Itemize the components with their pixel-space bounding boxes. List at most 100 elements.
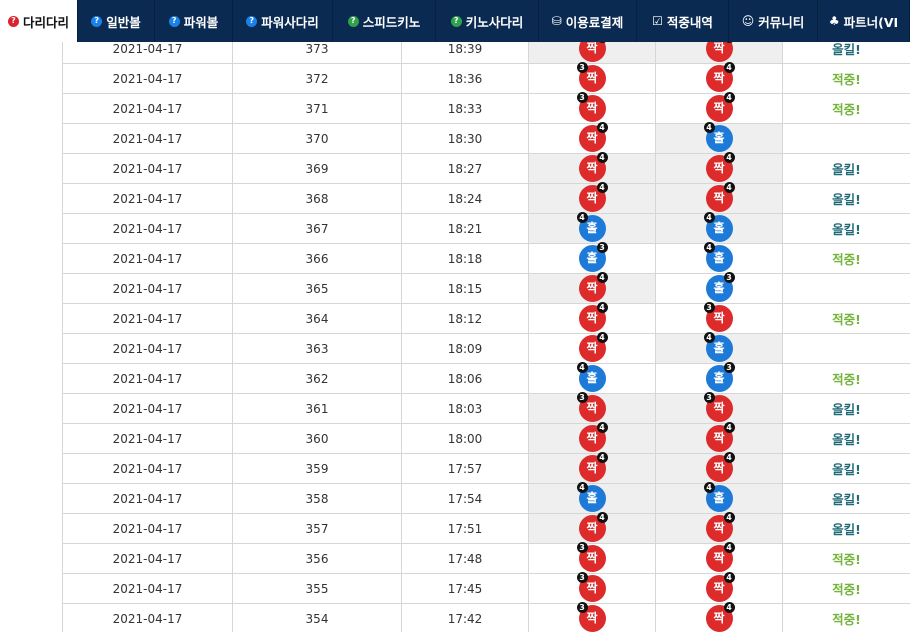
table-row: 2021-04-17 366 18:18 홀 3 홀 4 적중! [62, 242, 910, 274]
nav-tab-7[interactable]: ⛁ 이용료결제 [539, 0, 637, 42]
ball-count-badge: 4 [596, 122, 608, 133]
result-cell [782, 273, 910, 304]
jjak-result-ball: 짝4 [705, 182, 735, 212]
ball-count-badge: 4 [703, 242, 715, 253]
ball-count-badge: 4 [596, 512, 608, 523]
jjak-result-ball: 짝4 [578, 152, 608, 182]
round-cell: 366 [232, 243, 402, 274]
ball-count-badge: 4 [703, 122, 715, 133]
table-row: 2021-04-17 365 18:15 짝 4 홀 3 [62, 272, 910, 304]
nav-tab-label: 스피드키노 [362, 14, 421, 30]
pick-cell-2: 짝4 [655, 92, 783, 124]
time-cell: 18:30 [401, 123, 529, 154]
database-icon: ⛁ [551, 14, 562, 28]
jjak-result-ball: 짝4 [578, 512, 608, 542]
nav-tab-4[interactable]: ? 파워사다리 [233, 0, 333, 42]
hit-label: 적중! [832, 582, 861, 597]
nav-tab-2[interactable]: ? 일반볼 [78, 0, 155, 42]
ball-label: 짝 [586, 281, 598, 295]
date-cell: 2021-04-17 [62, 543, 233, 574]
jjak-result-ball: 짝4 [705, 542, 735, 572]
ball-label: 짝 [586, 191, 598, 205]
round-cell: 370 [232, 123, 402, 154]
ball-label: 짝 [586, 71, 598, 85]
nav-tab-label: 커뮤니티 [758, 14, 805, 30]
result-cell: 올킬! [782, 153, 910, 184]
date-cell: 2021-04-17 [62, 243, 233, 274]
result-cell: 적중! [782, 93, 910, 124]
nav-tab-8[interactable]: ☑ 적중내역 [637, 0, 729, 42]
ball-label: 짝 [713, 71, 725, 85]
result-cell: 올킬! [782, 513, 910, 544]
ball-label: 홀 [586, 371, 598, 385]
date-cell: 2021-04-17 [62, 153, 233, 184]
pick-cell-1: 짝3 [528, 542, 656, 574]
pick-cell-1: 짝4 [528, 512, 656, 544]
date-cell: 2021-04-17 [62, 393, 233, 424]
nav-tab-label: 적중내역 [666, 14, 713, 30]
allkill-label: 올킬! [832, 192, 861, 207]
ball-count-badge: 4 [723, 62, 735, 73]
pick-cell-2: 짝4 [655, 512, 783, 544]
time-cell: 18:24 [401, 183, 529, 214]
ball-label: 짝 [586, 521, 598, 535]
nav-tab-5[interactable]: ? 스피드키노 [333, 0, 436, 42]
ball-count-badge: 4 [596, 332, 608, 343]
jjak-result-ball: 짝4 [705, 572, 735, 602]
pick-cell-2: 짝4 [655, 572, 783, 604]
ball-label: 홀 [586, 221, 598, 235]
pick-cell-2: 짝4 [655, 602, 783, 632]
pick-cell-2: 홀4 [655, 482, 783, 514]
table-row: 2021-04-17 362 18:06 홀 4 홀 3 적중! [62, 362, 910, 394]
allkill-label: 올킬! [832, 402, 861, 417]
result-cell [782, 333, 910, 364]
round-cell: 359 [232, 453, 402, 484]
ball-count-badge: 4 [596, 452, 608, 463]
nav-tab-label: 파워사다리 [261, 14, 319, 30]
hol-result-ball: 홀4 [703, 122, 733, 152]
date-cell: 2021-04-17 [62, 93, 233, 124]
nav-tab-10[interactable]: ♣ 파트너(VI [818, 0, 910, 42]
date-cell: 2021-04-17 [62, 333, 233, 364]
jjak-result-ball: 짝4 [705, 62, 735, 92]
ball-label: 홀 [713, 341, 725, 355]
jjak-result-ball: 짝3 [576, 572, 606, 602]
nav-tab-9[interactable]: ☺ 커뮤니티 [729, 0, 818, 42]
pick-cell-2: 짝4 [655, 542, 783, 574]
table-row: 2021-04-17 371 18:33 짝 3 짝 4 적중! [62, 92, 910, 124]
table-row: 2021-04-17 368 18:24 짝 4 짝 4 올킬! [62, 182, 910, 214]
pick-cell-1: 짝3 [528, 392, 656, 424]
table-row: 2021-04-17 356 17:48 짝 3 짝 4 적중! [62, 542, 910, 574]
allkill-label: 올킬! [832, 432, 861, 447]
jjak-result-ball: 짝4 [578, 302, 608, 332]
ball-count-badge: 3 [703, 302, 715, 313]
jjak-result-ball: 짝3 [703, 392, 733, 422]
nav-tab-1[interactable]: ? 다리다리 [0, 0, 78, 42]
pick-cell-2: 짝4 [655, 152, 783, 184]
question-circle-icon: ? [7, 15, 19, 27]
check-square-icon: ☑ [652, 14, 663, 28]
table-row: 2021-04-17 360 18:00 짝 4 짝 4 올킬! [62, 422, 910, 454]
ball-count-badge: 3 [576, 602, 588, 613]
pick-cell-2: 짝4 [655, 422, 783, 454]
ball-label: 짝 [713, 161, 725, 175]
ball-label: 홀 [713, 221, 725, 235]
nav-tab-3[interactable]: ? 파워볼 [155, 0, 233, 42]
ball-count-badge: 4 [703, 212, 715, 223]
date-cell: 2021-04-17 [62, 123, 233, 154]
ball-count-badge: 4 [723, 92, 735, 103]
ball-label: 짝 [586, 101, 598, 115]
jjak-result-ball: 짝4 [705, 152, 735, 182]
jjak-result-ball: 짝3 [576, 602, 606, 632]
ball-count-badge: 3 [576, 542, 588, 553]
nav-tab-6[interactable]: ? 키노사다리 [436, 0, 539, 42]
allkill-label: 올킬! [832, 492, 861, 507]
round-cell: 356 [232, 543, 402, 574]
ball-count-badge: 3 [723, 362, 735, 373]
allkill-label: 올킬! [832, 162, 861, 177]
hit-label: 적중! [832, 72, 861, 87]
time-cell: 18:27 [401, 153, 529, 184]
ball-label: 짝 [586, 311, 598, 325]
result-cell [782, 123, 910, 154]
pick-cell-1: 홀3 [528, 242, 656, 274]
